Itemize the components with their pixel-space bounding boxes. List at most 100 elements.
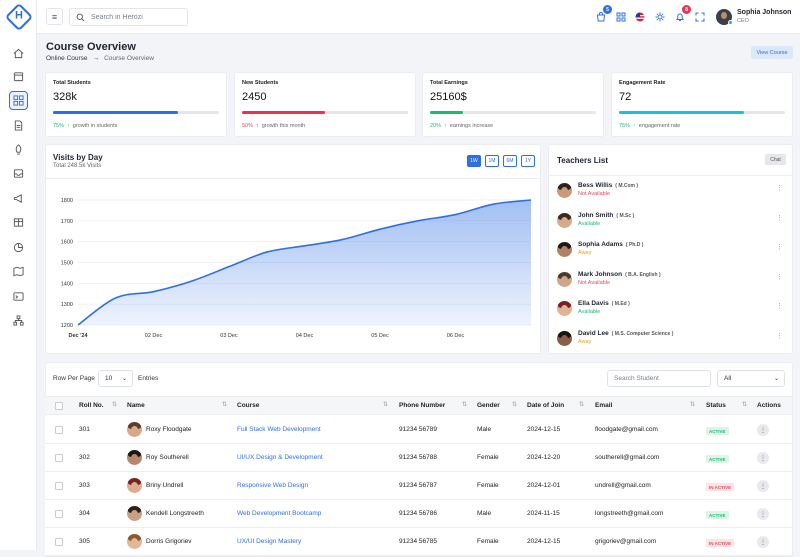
megaphone-icon[interactable] — [9, 189, 28, 208]
x-tick-label: 05 Dec — [371, 333, 389, 339]
stat-card-engagement-rate: Engagement Rate 72 75% ↑ engagement rate — [611, 72, 793, 137]
status-badge: IN ACTIVE — [706, 539, 735, 547]
teacher-item[interactable]: Mark Johnson( B.A. English ) Not Availab… — [557, 270, 785, 292]
search-input[interactable] — [91, 13, 181, 21]
sort-icon[interactable]: ⇅ — [462, 401, 467, 408]
actions-more-button[interactable]: ⋮ — [757, 480, 769, 492]
row-checkbox[interactable] — [55, 538, 63, 546]
sort-icon[interactable]: ⇅ — [690, 401, 695, 408]
document-icon[interactable] — [9, 116, 28, 135]
more-options-icon[interactable]: ⋮ — [776, 214, 783, 222]
column-header-status[interactable]: Status — [706, 402, 726, 409]
email: grigoriev@gmail.com — [595, 538, 657, 545]
bell-icon[interactable]: 8 — [674, 5, 691, 23]
roll-number: 304 — [79, 510, 90, 517]
more-options-icon[interactable]: ⋮ — [776, 332, 783, 340]
course-link[interactable]: Full Stack Web Development — [237, 426, 321, 433]
sort-icon[interactable]: ⇅ — [222, 401, 227, 408]
row-checkbox[interactable] — [55, 454, 63, 462]
more-options-icon[interactable]: ⋮ — [776, 273, 783, 281]
search-box[interactable] — [69, 8, 188, 26]
gender: Female — [477, 454, 499, 461]
stat-caption: growth this month — [261, 123, 306, 129]
column-header-date[interactable]: Date of Join — [527, 402, 564, 409]
inbox-icon[interactable] — [9, 164, 28, 183]
calendar-icon[interactable] — [9, 67, 28, 86]
sun-icon[interactable] — [654, 11, 666, 23]
y-tick-label: 1500 — [61, 261, 73, 267]
date-of-join: 2024-11-15 — [527, 510, 560, 517]
course-link[interactable]: Web Development Bootcamp — [237, 510, 321, 517]
column-header-name[interactable]: Name — [127, 402, 145, 409]
table-icon[interactable] — [9, 213, 28, 232]
visits-chart-card: Visits by Day Total 248.5k Visits 1W 1M … — [45, 144, 541, 354]
teacher-item[interactable]: John Smith( M.Sc ) Available ⋮ — [557, 211, 785, 233]
teacher-item[interactable]: David Lee( M.S. Computer Science ) Away … — [557, 329, 785, 351]
rows-per-page-select[interactable]: 10 ⌄ — [98, 370, 133, 387]
sort-icon[interactable]: ⇅ — [112, 401, 117, 408]
teacher-item[interactable]: Sophia Adams( Ph.D ) Away ⋮ — [557, 240, 785, 262]
teacher-item[interactable]: Bess Willis( M.Com ) Not Available ⋮ — [557, 181, 785, 203]
actions-more-button[interactable]: ⋮ — [757, 424, 769, 436]
date-of-join: 2024-12-01 — [527, 482, 561, 489]
stat-percent: 20% — [430, 123, 442, 129]
course-link[interactable]: UX/UI Design Mastery — [237, 538, 301, 545]
more-options-icon[interactable]: ⋮ — [776, 302, 783, 310]
course-link[interactable]: Responsive Web Design — [237, 482, 308, 489]
status-filter-select[interactable]: All ⌄ — [717, 370, 785, 387]
teacher-status: Not Available — [578, 279, 611, 286]
select-all-checkbox[interactable] — [55, 402, 63, 410]
x-tick-label: 06 Dec — [447, 333, 465, 339]
sort-icon[interactable]: ⇅ — [512, 401, 517, 408]
gender: Male — [477, 510, 492, 517]
sort-icon[interactable]: ⇅ — [383, 401, 388, 408]
phone-number: 91234 56789 — [399, 426, 437, 433]
sort-icon[interactable]: ⇅ — [742, 401, 747, 408]
y-tick-label: 1700 — [61, 219, 73, 225]
arrow-up-icon: ↑ — [256, 123, 259, 129]
chat-button[interactable]: Chat — [765, 154, 786, 165]
y-tick-label: 1200 — [61, 323, 73, 329]
view-course-button[interactable]: View Course — [751, 46, 793, 59]
row-checkbox[interactable] — [55, 426, 63, 434]
terminal-icon[interactable] — [9, 287, 28, 306]
rocket-icon[interactable] — [9, 140, 28, 159]
search-student-input[interactable] — [607, 370, 711, 387]
pie-chart-icon[interactable] — [9, 238, 28, 257]
chevron-down-icon: ⌄ — [121, 376, 127, 382]
table-row: 303 Briny Undrell Responsive Web Design … — [45, 472, 792, 500]
teacher-degree: ( M.Ed ) — [611, 301, 630, 307]
sort-icon[interactable]: ⇅ — [579, 401, 584, 408]
app-logo[interactable]: H — [4, 2, 34, 32]
actions-more-button[interactable]: ⋮ — [757, 452, 769, 464]
actions-more-button[interactable]: ⋮ — [757, 536, 769, 548]
hierarchy-icon[interactable] — [9, 311, 28, 330]
teacher-degree: ( M.Sc ) — [616, 212, 635, 219]
breadcrumb-item[interactable]: Online Course — [46, 55, 88, 62]
column-header-phone[interactable]: Phone Number — [399, 402, 445, 409]
fullscreen-icon[interactable] — [694, 11, 706, 23]
more-options-icon[interactable]: ⋮ — [776, 243, 783, 251]
cart-icon[interactable]: 5 — [595, 5, 612, 23]
teacher-item[interactable]: Ella Davis( M.Ed ) Available ⋮ — [557, 299, 785, 321]
row-checkbox[interactable] — [55, 482, 63, 490]
rows-per-page-label: Row Per Page — [53, 375, 95, 382]
us-flag-icon[interactable] — [634, 11, 646, 23]
avatar — [557, 330, 572, 346]
apps-icon[interactable] — [615, 11, 627, 23]
column-header-roll[interactable]: Roll No. — [79, 402, 104, 409]
status-badge: ACTIVE — [706, 427, 729, 435]
more-options-icon[interactable]: ⋮ — [776, 184, 783, 192]
dashboard-icon[interactable] — [9, 91, 28, 110]
column-header-email[interactable]: Email — [595, 402, 612, 409]
home-icon[interactable] — [9, 44, 28, 63]
column-header-course[interactable]: Course — [237, 402, 259, 409]
stat-percent: 75% — [619, 123, 631, 129]
menu-toggle-button[interactable]: ≡ — [46, 8, 63, 25]
actions-more-button[interactable]: ⋮ — [757, 508, 769, 520]
map-icon[interactable] — [9, 262, 28, 281]
column-header-gender[interactable]: Gender — [477, 402, 500, 409]
row-checkbox[interactable] — [55, 510, 63, 518]
course-link[interactable]: UI/UX Design & Development — [237, 454, 323, 461]
roll-number: 302 — [79, 454, 90, 461]
